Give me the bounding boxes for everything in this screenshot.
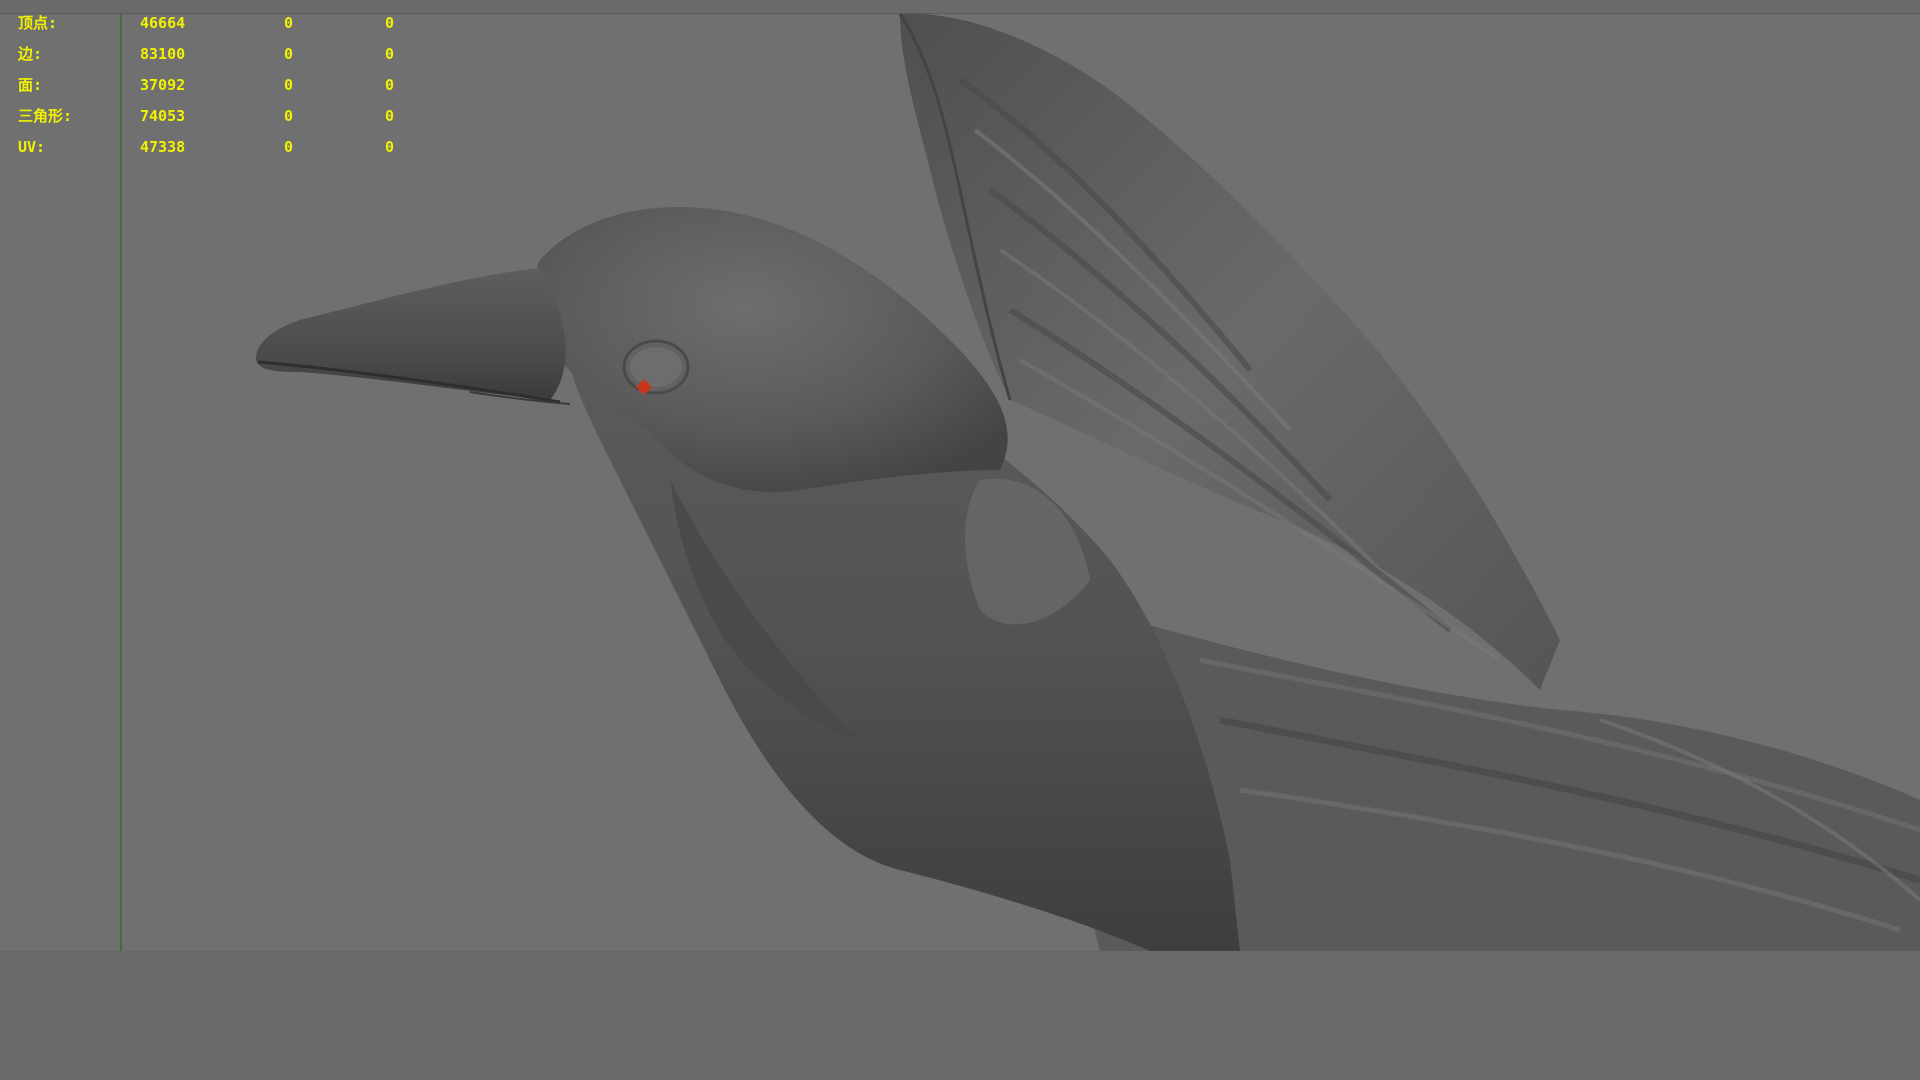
triangles-total: 74053 [140, 107, 186, 125]
faces-total: 37092 [140, 76, 186, 94]
viewport-bottom-panel [0, 951, 1920, 1080]
viewport-divider-line [120, 13, 122, 951]
uvs-label: UV: [18, 138, 46, 156]
edges-label: 边: [18, 45, 43, 63]
vertices-selected: 0 [284, 14, 294, 32]
triangles-components: 0 [385, 107, 395, 125]
uvs-components: 0 [385, 138, 395, 156]
head [532, 207, 1008, 492]
3d-viewport[interactable]: 顶点: 46664 0 0 边: 83100 0 0 面: 37092 0 0 … [0, 0, 1920, 951]
triangles-label: 三角形: [18, 107, 73, 125]
faces-components: 0 [385, 76, 395, 94]
vertices-total: 46664 [140, 14, 186, 32]
uvs-selected: 0 [284, 138, 294, 156]
uvs-total: 47338 [140, 138, 186, 156]
edges-total: 83100 [140, 45, 186, 63]
edges-components: 0 [385, 45, 395, 63]
triangles-selected: 0 [284, 107, 294, 125]
faces-label: 面: [18, 76, 43, 94]
faces-selected: 0 [284, 76, 294, 94]
vertices-label: 顶点: [18, 14, 58, 32]
vertices-components: 0 [385, 14, 395, 32]
edges-selected: 0 [284, 45, 294, 63]
